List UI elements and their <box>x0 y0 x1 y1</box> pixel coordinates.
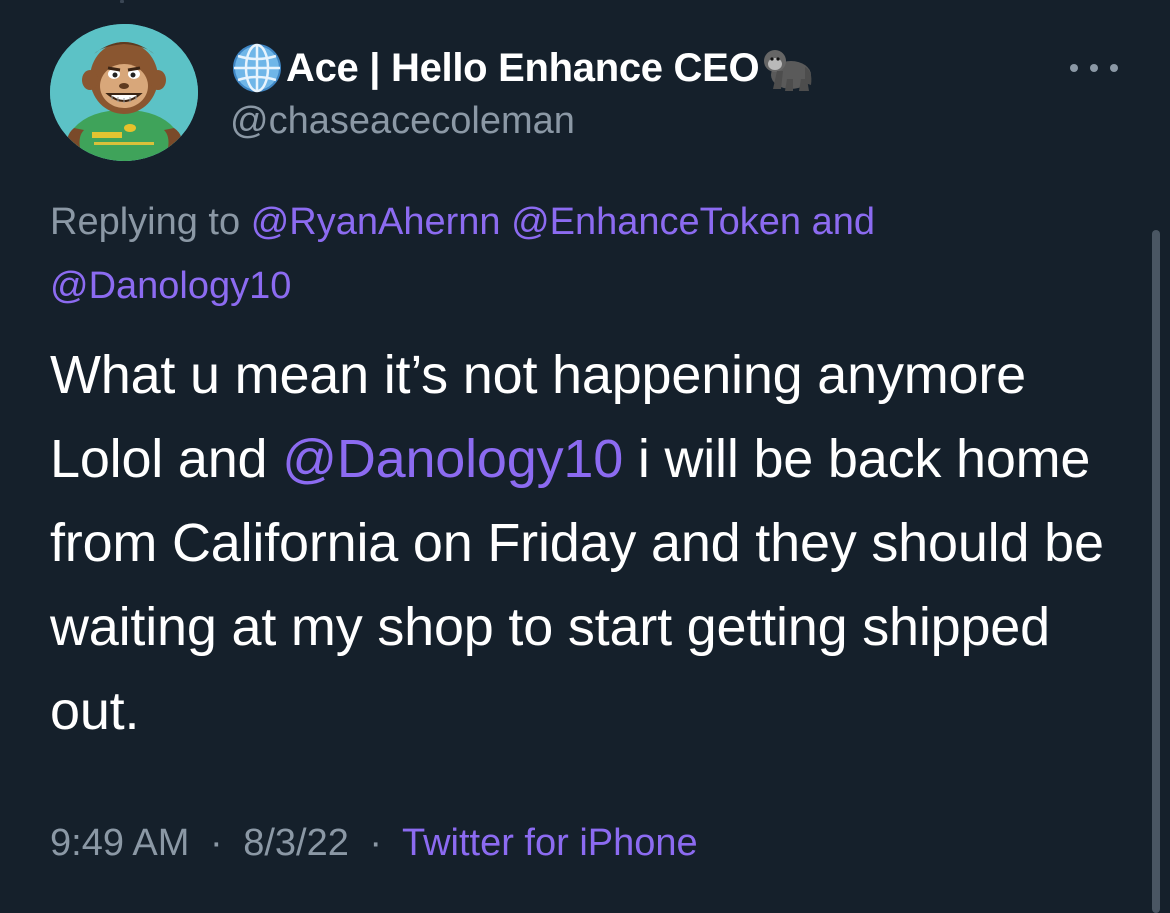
tweet-time[interactable]: 9:49 AM <box>50 822 189 864</box>
tweet-source-link[interactable]: Twitter for iPhone <box>402 822 698 864</box>
more-dot-icon <box>1110 64 1118 72</box>
more-dot-icon <box>1090 64 1098 72</box>
replying-to-line: Replying to @RyanAhernn @EnhanceToken an… <box>50 190 1050 318</box>
mention-link-danology10[interactable]: @Danology10 <box>50 265 291 307</box>
tweet-text: What u mean it’s not happening anymore L… <box>50 333 1130 753</box>
top-edge-speck <box>120 0 124 3</box>
tweet-mention-danology10[interactable]: @Danology10 <box>282 429 623 489</box>
gorilla-icon <box>759 41 817 95</box>
mention-link-ryanahernn[interactable]: @RyanAhernn <box>251 201 501 243</box>
more-dot-icon <box>1070 64 1078 72</box>
meta-separator: · <box>369 822 383 864</box>
user-handle[interactable]: @chaseacecoleman <box>230 100 575 143</box>
tweet-date[interactable]: 8/3/22 <box>243 822 349 864</box>
globe-icon <box>230 41 284 95</box>
scrollbar[interactable] <box>1152 230 1160 913</box>
meta-separator: · <box>209 822 223 864</box>
tweet-meta: 9:49 AM · 8/3/22 · Twitter for iPhone <box>50 822 698 865</box>
display-name-row[interactable]: Ace | Hello Enhance CEO <box>230 40 817 96</box>
mention-link-enhancetoken[interactable]: @EnhanceToken <box>511 201 801 243</box>
more-options-button[interactable] <box>1070 56 1118 80</box>
ape-avatar-icon <box>50 24 198 161</box>
replying-connector: and <box>811 201 876 243</box>
display-name[interactable]: Ace | Hello Enhance CEO <box>286 46 760 91</box>
avatar[interactable] <box>50 24 198 161</box>
replying-prefix: Replying to <box>50 201 241 243</box>
